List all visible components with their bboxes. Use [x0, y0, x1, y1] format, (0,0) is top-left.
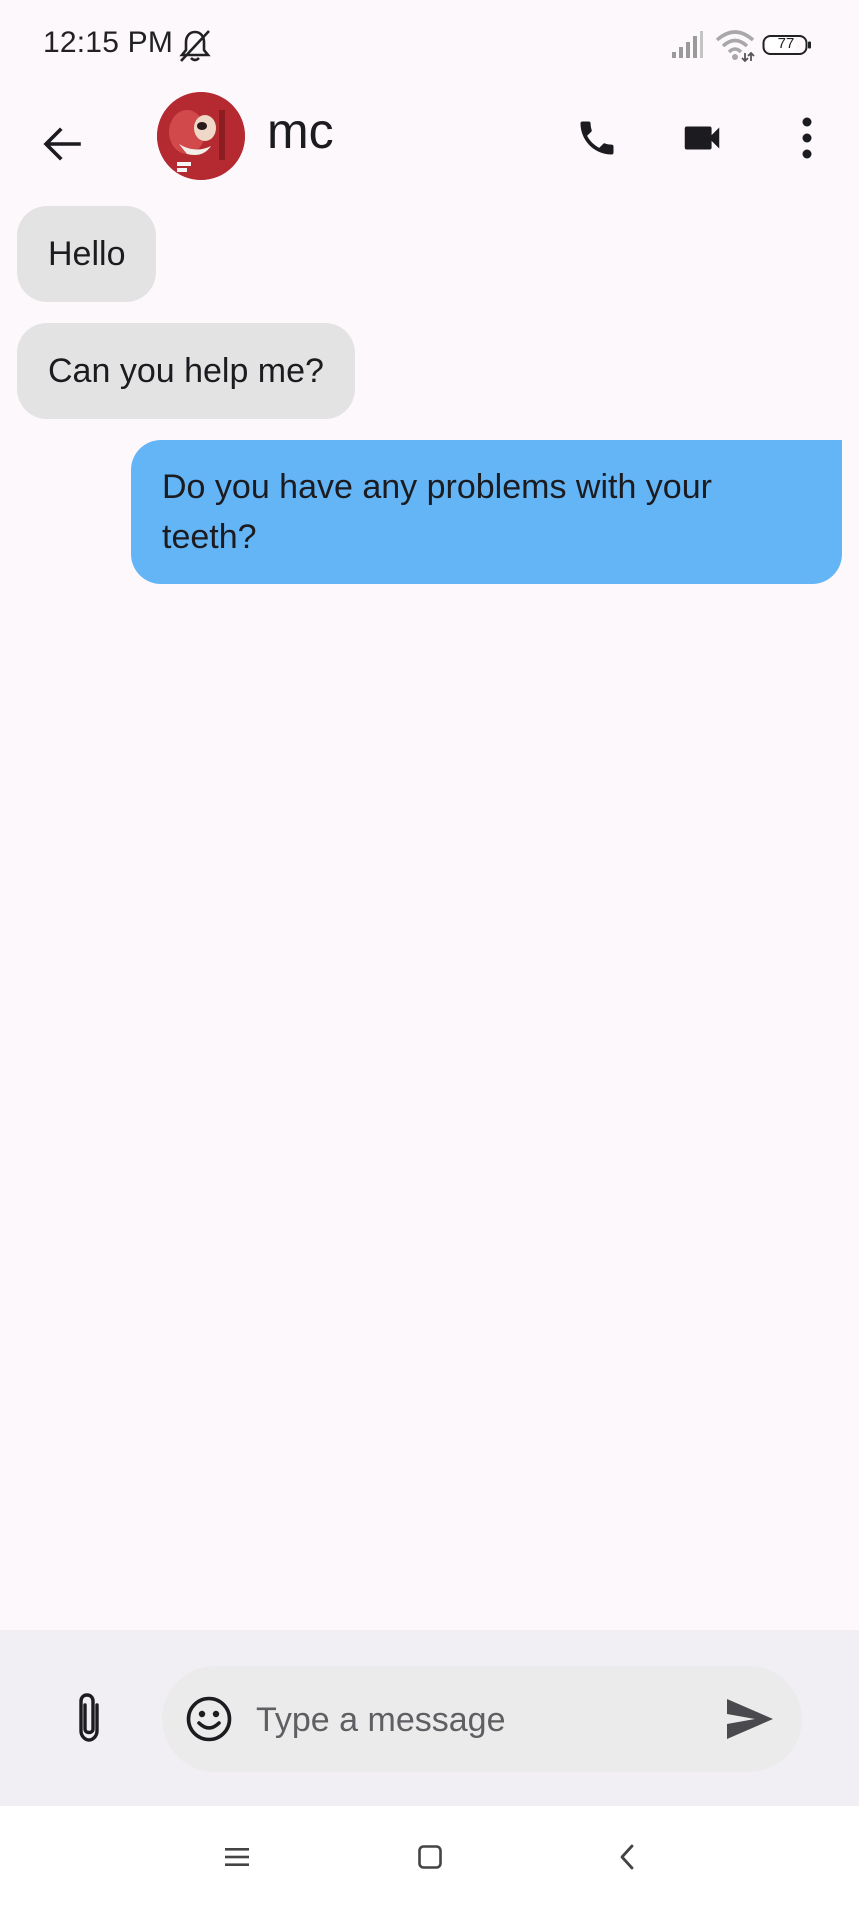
chat-screen: 12:15 PM 77 mc Hello Can you help me? Do…: [0, 0, 859, 1908]
voice-call-button[interactable]: [565, 106, 629, 170]
signal-icon: [672, 31, 703, 58]
more-vert-icon: [802, 117, 812, 159]
mute-icon: [179, 30, 211, 62]
message-input[interactable]: [254, 1686, 688, 1754]
avatar[interactable]: [157, 92, 245, 180]
battery-level: 77: [777, 35, 795, 52]
phone-icon: [580, 121, 614, 155]
attach-button[interactable]: [55, 1682, 123, 1754]
avatar-image: [157, 92, 245, 180]
emoji-button[interactable]: [184, 1694, 234, 1744]
message-input-container: [162, 1666, 802, 1772]
chat-header: mc: [0, 92, 859, 204]
status-bar: 12:15 PM 77: [0, 0, 859, 92]
message-text: Do you have any problems with your teeth…: [162, 468, 712, 556]
menu-icon: [225, 1848, 249, 1866]
message-bubble-outgoing[interactable]: Do you have any problems with your teeth…: [131, 440, 842, 584]
message-text: Hello: [48, 235, 126, 273]
message-bubble-incoming[interactable]: Can you help me?: [17, 323, 355, 419]
wifi-icon: [715, 30, 755, 62]
system-nav-bar: [0, 1806, 859, 1908]
message-text: Can you help me?: [48, 352, 324, 390]
emoji-icon: [186, 1696, 232, 1742]
home-button[interactable]: [413, 1840, 447, 1874]
contact-name[interactable]: mc: [267, 102, 334, 160]
status-time: 12:15 PM: [43, 26, 174, 59]
message-bubble-incoming[interactable]: Hello: [17, 206, 157, 302]
home-icon: [418, 1845, 442, 1869]
send-button[interactable]: [717, 1686, 783, 1752]
recent-apps-button[interactable]: [220, 1840, 254, 1874]
message-composer: [0, 1630, 859, 1806]
more-options-button[interactable]: [775, 106, 839, 170]
video-call-button[interactable]: [670, 106, 734, 170]
send-icon: [727, 1699, 773, 1739]
attach-icon: [79, 1693, 99, 1742]
video-camera-icon: [684, 126, 720, 150]
back-arrow-icon: [43, 127, 81, 161]
system-back-button[interactable]: [610, 1840, 644, 1874]
back-button[interactable]: [30, 112, 94, 176]
back-icon: [620, 1844, 634, 1870]
